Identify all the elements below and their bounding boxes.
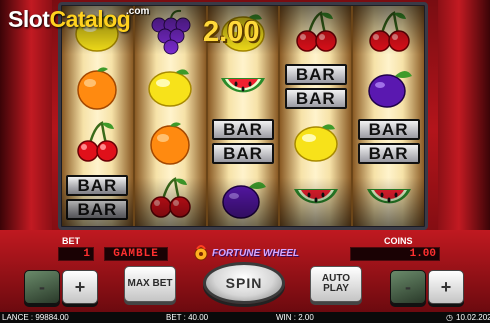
bet-label: BET bbox=[62, 236, 80, 246]
balance-readout: LANCE : 99884.00 bbox=[2, 313, 69, 322]
coins-label: COINS bbox=[384, 236, 413, 246]
plum-icon bbox=[222, 181, 266, 219]
auto-play-button[interactable]: AUTO PLAY bbox=[310, 266, 362, 302]
lemon-icon bbox=[148, 68, 192, 107]
plus-icon: + bbox=[440, 276, 452, 297]
bar-icon: BAR BAR bbox=[357, 119, 420, 164]
bar-symbol: BAR BAR bbox=[280, 59, 351, 114]
fortune-wheel-label: FORTUNE WHEEL bbox=[212, 247, 300, 259]
orange-icon bbox=[150, 121, 190, 165]
minus-icon: - bbox=[405, 276, 411, 297]
bar-icon: BAR BAR bbox=[211, 119, 274, 164]
bar-icon: BAR BAR bbox=[66, 175, 129, 220]
reel-5: BAR BAR bbox=[353, 6, 424, 226]
reel-4: BAR BAR bbox=[280, 6, 354, 226]
fortune-wheel-button[interactable]: FORTUNE WHEEL bbox=[192, 245, 299, 261]
site-logo-com: .com bbox=[126, 6, 150, 17]
plum-icon bbox=[367, 70, 412, 108]
cherry-symbol bbox=[135, 170, 206, 225]
win-amount: 2.00 bbox=[203, 16, 260, 48]
cherry-symbol bbox=[280, 6, 351, 59]
watermelon-symbol bbox=[353, 170, 424, 225]
clock-icon: ◷ bbox=[446, 313, 453, 322]
max-bet-button[interactable]: MAX BET bbox=[124, 266, 176, 302]
reel-1: BAR BAR bbox=[62, 6, 135, 226]
watermelon-symbol bbox=[208, 59, 279, 114]
coins-plus-button[interactable]: + bbox=[428, 270, 464, 304]
win-readout: WIN : 2.00 bbox=[276, 313, 314, 322]
reel-2 bbox=[134, 6, 208, 226]
bar-symbol: BAR BAR bbox=[353, 114, 424, 169]
cherry-icon bbox=[296, 10, 337, 52]
bet-display: 1 bbox=[58, 247, 94, 261]
coins-display: 1.00 bbox=[350, 247, 440, 261]
lemon-icon bbox=[294, 123, 338, 162]
orange-icon bbox=[77, 66, 118, 110]
bar-symbol: BAR BAR bbox=[208, 114, 279, 169]
cherry-symbol bbox=[353, 6, 424, 59]
date-readout: 10.02.202 bbox=[456, 313, 490, 322]
site-logo: SlotCatalog bbox=[8, 6, 131, 32]
orange-symbol bbox=[62, 59, 133, 114]
gamble-button[interactable]: GAMBLE bbox=[104, 247, 168, 261]
watermelon-icon bbox=[220, 77, 265, 92]
bet-plus-button[interactable]: + bbox=[62, 270, 98, 304]
orange-symbol bbox=[135, 114, 206, 169]
cherry-symbol bbox=[62, 114, 133, 169]
fortune-wheel-icon bbox=[194, 245, 208, 261]
lemon-symbol bbox=[135, 59, 206, 114]
plus-icon: + bbox=[74, 276, 86, 297]
bar-symbol: BAR BAR bbox=[62, 170, 133, 225]
lemon-symbol bbox=[280, 114, 351, 169]
minus-icon: - bbox=[39, 276, 45, 297]
spin-button[interactable]: SPIN bbox=[203, 262, 285, 304]
watermelon-icon bbox=[293, 188, 338, 203]
cherry-icon bbox=[368, 10, 410, 52]
watermelon-symbol bbox=[280, 170, 351, 225]
plum-symbol bbox=[208, 170, 279, 225]
cherry-icon bbox=[77, 120, 119, 162]
grape-icon bbox=[151, 9, 191, 54]
bet-minus-button[interactable]: - bbox=[24, 270, 60, 304]
bet-readout: BET : 40.00 bbox=[166, 313, 209, 322]
status-bar: LANCE : 99884.00 BET : 40.00 WIN : 2.00 … bbox=[0, 312, 490, 323]
cherry-icon bbox=[150, 176, 191, 218]
coins-minus-button[interactable]: - bbox=[390, 270, 426, 304]
watermelon-icon bbox=[366, 188, 411, 203]
plum-symbol bbox=[353, 59, 424, 114]
bar-icon: BAR BAR bbox=[284, 64, 347, 109]
